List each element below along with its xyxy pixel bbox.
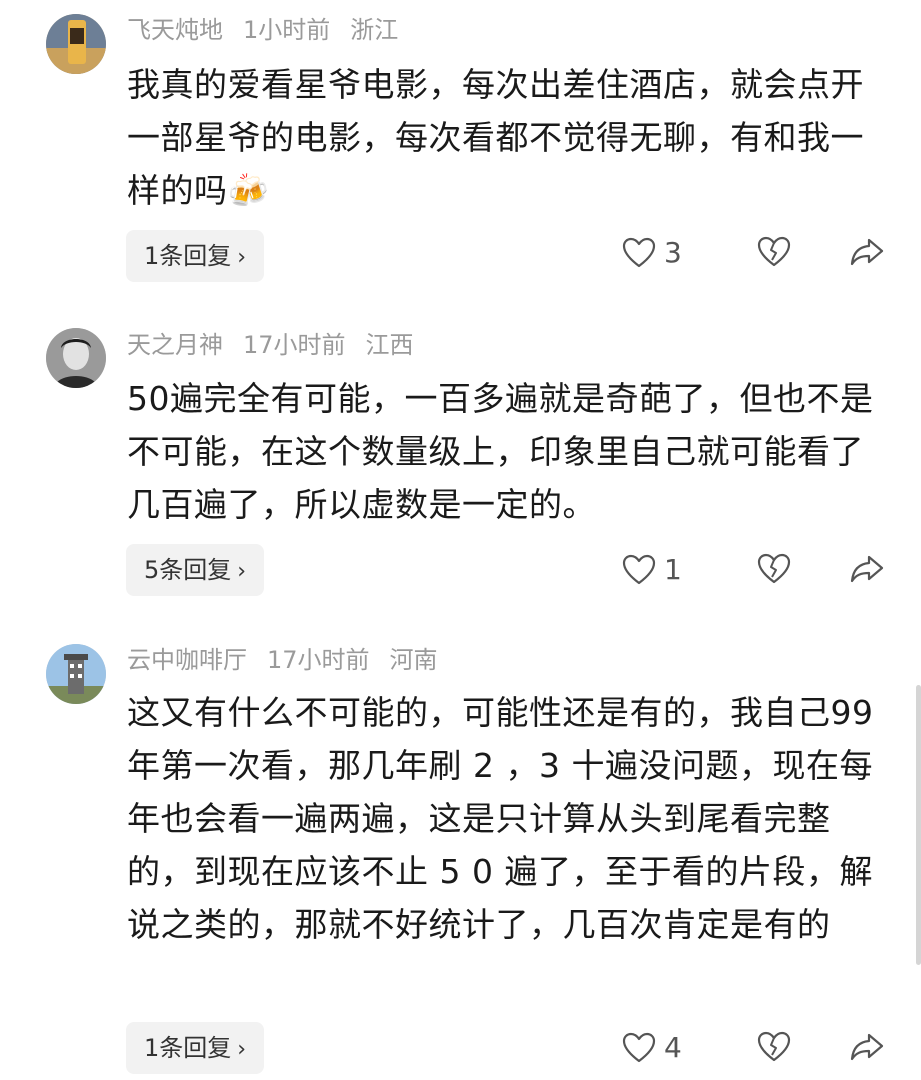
dislike-button[interactable] bbox=[757, 1031, 791, 1063]
share-arrow-icon bbox=[850, 238, 884, 266]
dislike-button[interactable] bbox=[757, 236, 791, 268]
share-arrow-icon bbox=[850, 1033, 884, 1061]
like-button[interactable]: 4 bbox=[622, 1031, 682, 1064]
comment-item: 云中咖啡厅 17小时前 河南 这又有什么不可能的，可能性还是有的，我自己99 年第一… bbox=[0, 620, 921, 1080]
comment-text: 我真的爱看星爷电影，每次出差住酒店，就会点开一部星爷的电影，每次看都不觉得无聊，… bbox=[127, 65, 864, 210]
share-button[interactable] bbox=[850, 237, 884, 267]
share-button[interactable] bbox=[850, 1032, 884, 1062]
share-button[interactable] bbox=[850, 554, 884, 584]
scrollbar[interactable] bbox=[916, 685, 921, 965]
share-arrow-icon bbox=[850, 555, 884, 583]
comment-item: 天之月神 17小时前 江西 50遍完全有可能，一百多遍就是奇葩了，但也不是不可能，在… bbox=[0, 300, 921, 620]
chevron-right-icon: › bbox=[237, 559, 247, 584]
username[interactable]: 飞天炖地 bbox=[127, 16, 223, 44]
chevron-right-icon: › bbox=[237, 1037, 247, 1062]
broken-heart-icon bbox=[757, 236, 791, 267]
location: 河南 bbox=[389, 646, 438, 674]
timestamp: 17小时前 bbox=[267, 646, 370, 674]
username[interactable]: 天之月神 bbox=[127, 331, 223, 359]
location: 江西 bbox=[365, 331, 414, 359]
location: 浙江 bbox=[350, 16, 399, 44]
heart-outline-icon bbox=[622, 554, 656, 584]
avatar[interactable] bbox=[46, 328, 106, 388]
like-count: 3 bbox=[664, 236, 682, 269]
reply-count-label: 1条回复 bbox=[144, 242, 232, 270]
comment-text: 这又有什么不可能的，可能性还是有的，我自己99 年第一次看，那几年刷 2 ，3 … bbox=[127, 693, 874, 944]
chevron-right-icon: › bbox=[237, 245, 247, 270]
reply-count-button[interactable]: 5条回复 › bbox=[126, 544, 265, 596]
like-count: 1 bbox=[664, 553, 682, 586]
avatar[interactable] bbox=[46, 644, 106, 704]
timestamp: 17小时前 bbox=[243, 331, 346, 359]
reply-count-label: 5条回复 bbox=[144, 556, 232, 584]
timestamp: 1小时前 bbox=[243, 16, 331, 44]
comment-text: 50遍完全有可能，一百多遍就是奇葩了，但也不是不可能，在这个数量级上，印象里自己… bbox=[127, 379, 874, 524]
reply-count-button[interactable]: 1条回复 › bbox=[126, 230, 265, 282]
comment-meta: 云中咖啡厅 17小时前 河南 bbox=[127, 645, 458, 675]
username[interactable]: 云中咖啡厅 bbox=[127, 646, 247, 674]
comment-meta: 飞天炖地 1小时前 浙江 bbox=[127, 15, 418, 45]
comment-meta: 天之月神 17小时前 江西 bbox=[127, 330, 434, 360]
dislike-button[interactable] bbox=[757, 553, 791, 585]
heart-outline-icon bbox=[622, 1032, 656, 1062]
avatar[interactable] bbox=[46, 14, 106, 74]
reply-count-label: 1条回复 bbox=[144, 1034, 232, 1062]
like-button[interactable]: 1 bbox=[622, 553, 682, 586]
broken-heart-icon bbox=[757, 553, 791, 584]
like-button[interactable]: 3 bbox=[622, 236, 682, 269]
heart-outline-icon bbox=[622, 237, 656, 267]
like-count: 4 bbox=[664, 1031, 682, 1064]
comment-item: 飞天炖地 1小时前 浙江 我真的爱看星爷电影，每次出差住酒店，就会点开一部星爷的电影… bbox=[0, 0, 921, 300]
broken-heart-icon bbox=[757, 1031, 791, 1062]
reply-count-button[interactable]: 1条回复 › bbox=[126, 1022, 265, 1074]
